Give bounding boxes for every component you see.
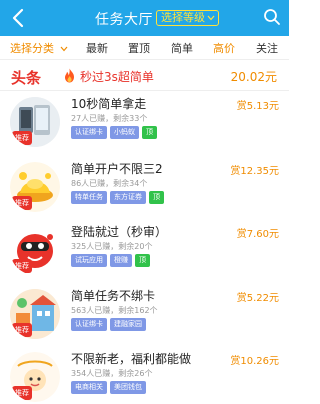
back-arrow-icon[interactable] <box>8 6 30 30</box>
flame-icon <box>65 68 74 83</box>
task-title: 不限新老，福利都能做 <box>71 352 192 366</box>
task-meta: 86人已赚，剩余34个 <box>71 179 148 188</box>
task-title: 10秒简单拿走 <box>71 97 147 111</box>
top-tag: 顶 <box>142 126 157 139</box>
tab-category[interactable]: 选择分类 <box>10 40 68 56</box>
tab-high-price[interactable]: 高价 <box>213 40 235 56</box>
task-reward: 赏12.35元 <box>230 166 279 177</box>
recommend-flag: 推荐 <box>12 131 32 145</box>
task-tag: 东方证券 <box>110 191 146 204</box>
task-item[interactable]: 推荐 登陆就过（秒审） 赏7.60元 325人已赚，剩余20个 试玩应用 橙赚 … <box>0 220 289 282</box>
search-icon[interactable] <box>263 8 281 26</box>
tab-pinned[interactable]: 置顶 <box>128 40 150 56</box>
tab-category-label: 选择分类 <box>10 42 54 55</box>
top-tag: 顶 <box>149 191 164 204</box>
red-mascot-icon: 推荐 <box>10 225 60 275</box>
task-tags: 特单任务 东方证券 顶 <box>71 191 164 204</box>
tab-latest[interactable]: 最新 <box>86 40 108 56</box>
chevron-down-icon <box>207 15 215 21</box>
task-tag: 美团钱包 <box>110 381 146 394</box>
recommend-flag: 推荐 <box>12 259 32 273</box>
task-item[interactable]: 推荐 简单任务不绑卡 赏5.22元 563人已赚，剩余162个 认证绑卡 建融家… <box>0 284 289 346</box>
recommend-flag: 推荐 <box>12 196 32 210</box>
phones-icon: 推荐 <box>10 97 60 147</box>
filter-tabs: 选择分类 最新 置顶 简单 高价 关注 <box>0 36 289 60</box>
task-reward: 赏10.26元 <box>230 356 279 367</box>
task-tags: 电商相关 美团钱包 <box>71 381 146 394</box>
task-meta: 325人已赚，剩余20个 <box>71 242 153 251</box>
task-title: 简单任务不绑卡 <box>71 289 156 303</box>
recommend-flag: 推荐 <box>12 323 32 337</box>
level-select-label: 选择等级 <box>161 11 205 24</box>
headline-banner[interactable]: 头条 秒过3s超简单 20.02元 <box>0 61 289 91</box>
top-bar: 任务大厅 选择等级 <box>0 0 289 36</box>
level-select-dropdown[interactable]: 选择等级 <box>156 10 219 26</box>
task-tag: 特单任务 <box>71 191 107 204</box>
page-title: 任务大厅 <box>95 12 153 28</box>
task-tag: 橙赚 <box>110 254 132 267</box>
task-tags: 认证绑卡 小蚂蚁 顶 <box>71 126 157 139</box>
task-item[interactable]: 推荐 10秒简单拿走 赏5.13元 27人已赚，剩余33个 认证绑卡 小蚂蚁 顶 <box>0 92 289 154</box>
task-tag: 建融家园 <box>110 318 146 331</box>
task-meta: 563人已赚，剩余162个 <box>71 306 158 315</box>
task-tags: 试玩应用 橙赚 顶 <box>71 254 150 267</box>
task-reward: 赏5.22元 <box>236 293 279 304</box>
task-tag: 小蚂蚁 <box>110 126 139 139</box>
task-title: 登陆就过（秒审） <box>71 225 168 239</box>
top-tag: 顶 <box>135 254 150 267</box>
headline-badge: 头条 <box>11 69 42 87</box>
task-item[interactable]: 推荐 简单开户不限三2 赏12.35元 86人已赚，剩余34个 特单任务 东方证… <box>0 157 289 219</box>
task-tags: 认证绑卡 建融家园 <box>71 318 146 331</box>
task-title: 简单开户不限三2 <box>71 162 163 176</box>
task-meta: 27人已赚，剩余33个 <box>71 114 148 123</box>
task-tag: 认证绑卡 <box>71 126 107 139</box>
task-reward: 赏7.60元 <box>236 229 279 240</box>
headline-price: 20.02元 <box>230 70 277 84</box>
cartoon-icon: 推荐 <box>10 352 60 402</box>
recommend-flag: 推荐 <box>12 386 32 400</box>
task-reward: 赏5.13元 <box>236 101 279 112</box>
task-tag: 认证绑卡 <box>71 318 107 331</box>
task-item[interactable]: 推荐 不限新老，福利都能做 赏10.26元 354人已赚，剩余26个 电商相关 … <box>0 347 289 404</box>
chevron-down-icon <box>60 46 67 52</box>
gold-ingot-icon: 推荐 <box>10 162 60 212</box>
tab-following[interactable]: 关注 <box>256 40 278 56</box>
house-icon: 推荐 <box>10 289 60 339</box>
headline-text: 秒过3s超简单 <box>80 70 154 84</box>
task-tag: 试玩应用 <box>71 254 107 267</box>
task-meta: 354人已赚，剩余26个 <box>71 369 153 378</box>
task-tag: 电商相关 <box>71 381 107 394</box>
tab-simple[interactable]: 简单 <box>171 40 193 56</box>
